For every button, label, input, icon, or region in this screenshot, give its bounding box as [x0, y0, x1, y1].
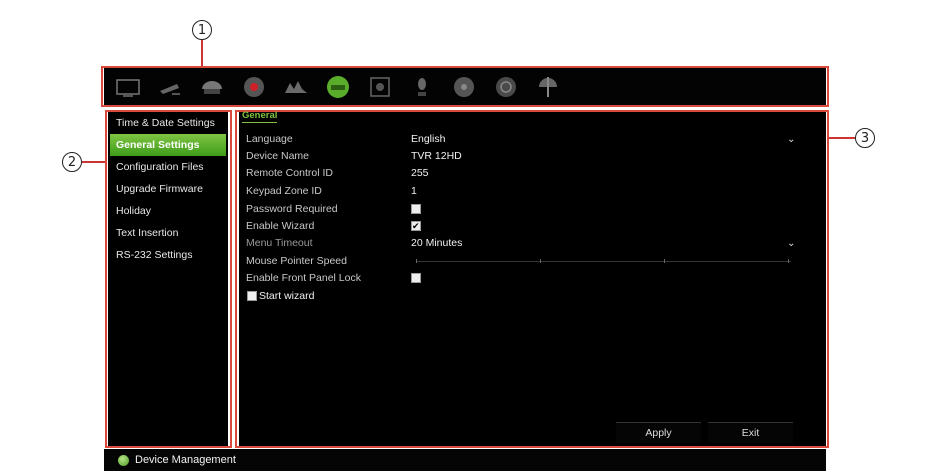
chevron-down-icon[interactable]: ⌄: [787, 235, 795, 252]
start-wizard-label[interactable]: Start wizard: [259, 288, 314, 305]
chevron-down-icon[interactable]: ⌄: [787, 131, 795, 148]
device-name-label: Device Name: [246, 150, 310, 162]
apply-button[interactable]: Apply: [616, 422, 701, 443]
general-settings-panel: General Language English ⌄ Device Name T…: [239, 110, 826, 446]
mouse-speed-row: Mouse Pointer Speed: [246, 253, 796, 270]
exit-button[interactable]: Exit: [708, 422, 793, 443]
status-icon: [118, 454, 129, 466]
status-text: Device Management: [135, 454, 236, 466]
keypad-zone-row: Keypad Zone ID 1: [246, 183, 796, 200]
sidebar-item-general[interactable]: General Settings: [110, 134, 226, 156]
mouse-speed-slider[interactable]: [416, 259, 791, 263]
menu-timeout-row[interactable]: Menu Timeout 20 Minutes ⌄: [246, 235, 796, 252]
callout-1: 1: [192, 20, 212, 40]
status-bar: Device Management: [104, 449, 826, 471]
keypad-zone-label: Keypad Zone ID: [246, 185, 322, 197]
callout-3-line: [828, 137, 855, 139]
monitor-icon[interactable]: [114, 73, 142, 101]
password-required-row: Password Required: [246, 201, 796, 218]
record-icon[interactable]: [198, 73, 226, 101]
sidebar-item-text-insertion[interactable]: Text Insertion: [108, 222, 228, 244]
start-wizard-row[interactable]: Start wizard: [246, 288, 796, 305]
callout-2-line: [82, 161, 107, 163]
enable-wizard-label: Enable Wizard: [246, 220, 315, 232]
password-required-checkbox[interactable]: [411, 204, 421, 214]
camera-icon[interactable]: [156, 73, 184, 101]
enable-wizard-row: Enable Wizard: [246, 218, 796, 235]
remote-id-label: Remote Control ID: [246, 167, 333, 179]
language-row[interactable]: Language English ⌄: [246, 131, 796, 148]
power-icon[interactable]: [534, 73, 562, 101]
device-name-row: Device Name TVR 12HD: [246, 148, 796, 165]
password-required-label: Password Required: [246, 203, 338, 215]
tab-general[interactable]: General: [242, 110, 278, 123]
menu-toolbar: [104, 68, 826, 105]
settings-sidebar: Time & Date Settings General Settings Co…: [108, 112, 228, 446]
search-icon[interactable]: [492, 73, 520, 101]
language-label: Language: [246, 133, 293, 145]
menu-timeout-select[interactable]: 20 Minutes: [411, 235, 462, 252]
keypad-zone-input[interactable]: 1: [411, 183, 417, 200]
menu-timeout-label: Menu Timeout: [246, 237, 313, 249]
start-wizard-checkbox[interactable]: [247, 291, 257, 301]
enable-wizard-checkbox[interactable]: [411, 218, 421, 235]
alarm-icon[interactable]: [240, 73, 268, 101]
sidebar-item-upgrade-firmware[interactable]: Upgrade Firmware: [108, 178, 228, 200]
sidebar-item-time-date[interactable]: Time & Date Settings: [108, 112, 228, 134]
settings-icon[interactable]: [450, 73, 478, 101]
front-panel-lock-row: Enable Front Panel Lock: [246, 270, 796, 287]
callout-1-line: [201, 40, 203, 68]
callout-3: 3: [855, 128, 875, 148]
device-icon[interactable]: [324, 73, 352, 101]
sidebar-item-config-files[interactable]: Configuration Files: [108, 156, 228, 178]
language-select[interactable]: English: [411, 131, 445, 148]
callout-2: 2: [62, 152, 82, 172]
remote-id-row: Remote Control ID 255: [246, 165, 796, 182]
front-panel-lock-label: Enable Front Panel Lock: [246, 272, 361, 284]
user-icon[interactable]: [408, 73, 436, 101]
sidebar-item-rs232[interactable]: RS-232 Settings: [108, 244, 228, 266]
front-panel-lock-checkbox[interactable]: [411, 273, 421, 283]
device-name-input[interactable]: TVR 12HD: [411, 148, 462, 165]
remote-id-input[interactable]: 255: [411, 165, 429, 182]
mouse-speed-label: Mouse Pointer Speed: [246, 255, 347, 267]
network-icon[interactable]: [282, 73, 310, 101]
storage-icon[interactable]: [366, 73, 394, 101]
sidebar-item-holiday[interactable]: Holiday: [108, 200, 228, 222]
